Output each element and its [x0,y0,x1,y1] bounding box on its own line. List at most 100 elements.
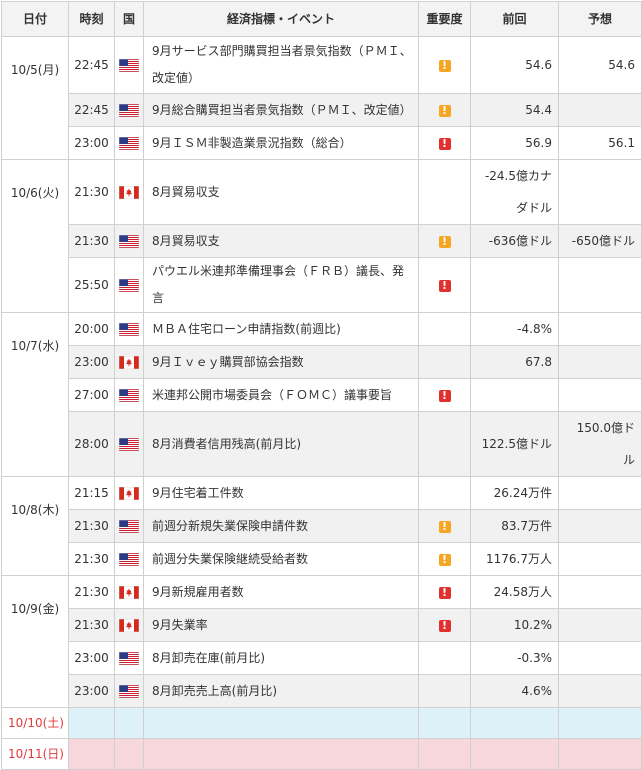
event-name-cell[interactable]: パウエル米連邦準備理事会（ＦＲＢ）議長、発言 [143,257,419,313]
event-name-cell[interactable]: 9月新規雇用者数 [143,575,419,609]
previous-value-cell: 1176.7万人 [470,542,559,576]
time-cell: 23:00 [68,345,115,379]
event-row: 23:00 9月ＩＳＭ非製造業景況指数（総合）! 56.9 56.1 [2,126,642,160]
previous-value-cell: 67.8 [470,345,559,379]
country-cell [114,93,144,127]
importance-cell [418,641,471,675]
time-cell: 21:30 [68,608,115,642]
importance-mid-icon: ! [438,59,451,72]
forecast-value-cell: 56.1 [558,126,642,160]
country-cell [114,411,144,477]
us-flag-icon [119,552,139,566]
event-name-cell[interactable]: ＭＢＡ住宅ローン申請指数(前週比) [143,312,419,346]
event-name-cell[interactable]: 8月卸売在庫(前月比) [143,641,419,675]
previous-value-cell: 54.6 [470,36,559,94]
event-name-cell[interactable]: 8月消費者信用残高(前月比) [143,411,419,477]
ca-flag-icon [119,355,139,369]
event-name-cell[interactable]: 米連邦公開市場委員会（ＦＯＭＣ）議事要旨 [143,378,419,412]
previous-value-cell: -636億ドル [470,224,559,258]
importance-cell [418,476,471,510]
importance-mid-icon: ! [438,235,451,248]
importance-cell: ! [418,378,471,412]
event-name-cell[interactable]: 9月総合購買担当者景気指数（ＰＭＩ、改定値） [143,93,419,127]
time-cell: 27:00 [68,378,115,412]
importance-cell: ! [418,93,471,127]
event-name-cell[interactable]: 前週分新規失業保険申請件数 [143,509,419,543]
forecast-value-cell [558,738,642,770]
date-cell: 10/8(木) [1,476,69,576]
country-cell [114,378,144,412]
previous-value-cell [470,257,559,313]
time-cell [68,707,115,739]
time-cell: 28:00 [68,411,115,477]
column-header-event: 経済指標・イベント [143,1,419,37]
time-cell [68,738,115,770]
event-name-cell[interactable]: 8月卸売売上高(前月比) [143,674,419,708]
event-row: 23:00 8月卸売売上高(前月比) 4.6% [2,674,642,708]
country-cell [114,674,144,708]
time-cell: 23:00 [68,674,115,708]
us-flag-icon [119,651,139,665]
importance-cell: ! [418,257,471,313]
event-row: 23:00 9月Ｉｖｅｙ購買部協会指数 67.8 [2,345,642,379]
column-header-importance: 重要度 [418,1,471,37]
importance-cell [418,345,471,379]
event-name-cell[interactable]: 8月貿易収支 [143,224,419,258]
economic-calendar-table: 日付 時刻 国 経済指標・イベント 重要度 前回 予想 10/5(月) 22:45… [1,1,642,770]
us-flag-icon [119,684,139,698]
importance-cell: ! [418,224,471,258]
country-cell [114,641,144,675]
previous-value-cell: 56.9 [470,126,559,160]
importance-cell [418,738,471,770]
importance-high-icon: ! [438,137,451,150]
us-flag-icon [119,388,139,402]
country-cell [114,509,144,543]
previous-value-cell: 122.5億ドル [470,411,559,477]
importance-mid-icon: ! [438,104,451,117]
event-row: 28:00 8月消費者信用残高(前月比) 122.5億ドル 150.0億ドル [2,411,642,477]
country-cell [114,224,144,258]
forecast-value-cell [558,707,642,739]
ca-flag-icon [119,185,139,199]
forecast-value-cell: 150.0億ドル [558,411,642,477]
us-flag-icon [119,519,139,533]
previous-value-cell: 26.24万件 [470,476,559,510]
event-row: 21:30 前週分失業保険継続受給者数! 1176.7万人 [2,542,642,576]
previous-value-cell: 4.6% [470,674,559,708]
importance-cell [418,674,471,708]
time-cell: 23:00 [68,126,115,160]
importance-high-icon: ! [438,279,451,292]
event-row: 22:45 9月総合購買担当者景気指数（ＰＭＩ、改定値）! 54.4 [2,93,642,127]
importance-cell: ! [418,542,471,576]
event-name-cell[interactable]: 9月失業率 [143,608,419,642]
date-cell: 10/10(土) [1,707,69,739]
forecast-value-cell [558,257,642,313]
event-name-cell[interactable]: 前週分失業保険継続受給者数 [143,542,419,576]
us-flag-icon [119,234,139,248]
importance-cell: ! [418,575,471,609]
event-name-cell[interactable]: 9月住宅着工件数 [143,476,419,510]
time-cell: 21:15 [68,476,115,510]
country-cell [114,738,144,770]
forecast-value-cell [558,509,642,543]
importance-high-icon: ! [438,586,451,599]
previous-value-cell [470,738,559,770]
previous-value-cell: -0.3% [470,641,559,675]
event-name-cell[interactable]: 9月ＩＳＭ非製造業景況指数（総合） [143,126,419,160]
event-row: 10/8(木) 21:15 9月住宅着工件数 26.24万件 [1,476,642,576]
importance-cell: ! [418,126,471,160]
time-cell: 25:50 [68,257,115,313]
column-header-time: 時刻 [68,1,115,37]
forecast-value-cell [558,159,642,225]
previous-value-cell [470,707,559,739]
event-name-cell[interactable]: 8月貿易収支 [143,159,419,225]
event-name-cell[interactable]: 9月Ｉｖｅｙ購買部協会指数 [143,345,419,379]
us-flag-icon [119,136,139,150]
ca-flag-icon [119,486,139,500]
time-cell: 21:30 [68,159,115,225]
forecast-value-cell [558,476,642,510]
forecast-value-cell [558,608,642,642]
event-name-cell[interactable]: 9月サービス部門購買担当者景気指数（ＰＭＩ、改定値） [143,36,419,94]
us-flag-icon [119,103,139,117]
us-flag-icon [119,437,139,451]
